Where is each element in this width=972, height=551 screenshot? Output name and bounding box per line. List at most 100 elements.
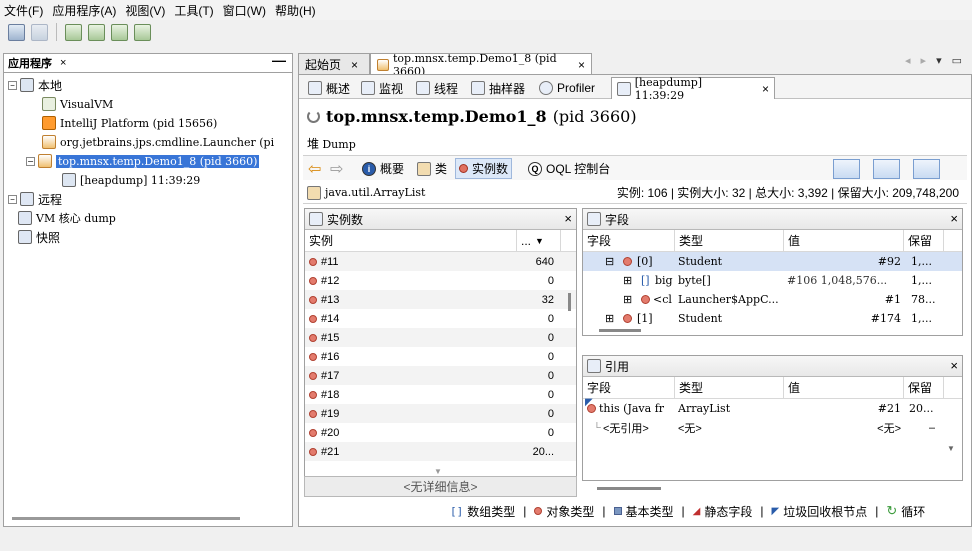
collapse-icon[interactable]: − xyxy=(26,156,35,166)
load-snapshot-icon[interactable] xyxy=(8,23,25,41)
column-chooser-icon[interactable] xyxy=(944,230,962,251)
instances-panel: 实例数 × 实例 ... ▼ #11 640 #12 0 #13 32 #14 0 #15 0 #16… xyxy=(304,208,577,497)
menu-tools[interactable]: 工具(T) xyxy=(174,2,213,19)
horizontal-scrollbar[interactable] xyxy=(599,329,641,332)
column-value[interactable]: 值 xyxy=(784,230,904,251)
close-icon[interactable]: × xyxy=(351,58,358,72)
instance-row[interactable]: #14 0 xyxy=(305,309,576,328)
tab-list-icon[interactable]: ▾ xyxy=(936,54,942,68)
view-toggle-button-1[interactable] xyxy=(833,159,860,179)
menu-view[interactable]: 视图(V) xyxy=(125,2,165,19)
column-retained[interactable]: 保留 xyxy=(904,377,944,398)
instance-value: 0 xyxy=(547,312,554,325)
column-value[interactable]: 值 xyxy=(784,377,904,398)
subtab-sampler[interactable]: 抽样器 xyxy=(466,77,530,99)
instance-row[interactable]: #19 0 xyxy=(305,404,576,423)
tree-node-intellij[interactable]: IntelliJ Platform (pid 15656) xyxy=(42,114,217,132)
horizontal-scrollbar[interactable] xyxy=(597,487,661,490)
tree-label-intellij: IntelliJ Platform (pid 15656) xyxy=(60,116,218,130)
scroll-down-icon[interactable]: ▼ xyxy=(434,467,442,476)
column-field[interactable]: 字段 xyxy=(583,377,675,398)
classes-button[interactable]: 类 xyxy=(414,158,450,179)
tab-demo[interactable]: top.mnsx.temp.Demo1_8 (pid 3660) × xyxy=(370,52,592,78)
close-icon[interactable]: × xyxy=(564,211,572,226)
collapse-icon[interactable]: − xyxy=(8,80,17,90)
instance-row[interactable]: #18 0 xyxy=(305,385,576,404)
summary-button[interactable]: i 概要 xyxy=(359,158,407,179)
prev-tab-icon[interactable]: ◂ xyxy=(905,54,911,68)
instances-button[interactable]: 实例数 xyxy=(455,158,513,179)
expand-icon[interactable]: ⊞ xyxy=(623,293,632,306)
class-name: java.util.ArrayList xyxy=(325,186,426,199)
subtab-profiler[interactable]: Profiler xyxy=(534,77,600,99)
expand-icon[interactable]: ⊞ xyxy=(605,312,614,325)
column-value[interactable]: ... ▼ xyxy=(517,230,561,251)
save-icon[interactable] xyxy=(31,23,48,41)
reference-row[interactable]: └ <无引用> <无> <无> – xyxy=(583,418,962,437)
tree-node-remote[interactable]: − 远程 xyxy=(8,190,62,208)
instance-row[interactable]: #20 0 xyxy=(305,423,576,442)
close-icon[interactable]: × xyxy=(578,58,585,72)
tree-node-snapshot[interactable]: 快照 xyxy=(18,228,60,246)
next-tab-icon[interactable]: ▸ xyxy=(921,54,927,68)
close-icon[interactable]: × xyxy=(60,57,66,69)
tree-node-coredump[interactable]: VM 核心 dump xyxy=(18,209,116,227)
tree-node-demo[interactable]: − top.mnsx.temp.Demo1_8 (pid 3660) xyxy=(26,152,260,170)
add-jmx-connection-icon[interactable] xyxy=(65,23,82,41)
field-row[interactable]: ⊞ [] big byte[] #106 1,048,576... 1,... xyxy=(583,271,962,290)
field-row[interactable]: ⊞ <cl Launcher$AppC... #1 78... xyxy=(583,290,962,309)
subtab-monitor[interactable]: 监视 xyxy=(356,77,408,99)
view-toggle-button-3[interactable] xyxy=(913,159,940,179)
column-chooser-icon[interactable] xyxy=(944,377,962,398)
instance-row[interactable]: #12 0 xyxy=(305,271,576,290)
expand-icon[interactable]: ⊞ xyxy=(623,274,632,287)
close-icon[interactable]: × xyxy=(950,211,958,226)
column-retained[interactable]: 保留 xyxy=(904,230,944,251)
subtab-heapdump[interactable]: [heapdump] 11:39:29 × xyxy=(611,76,775,102)
instance-row[interactable]: #16 0 xyxy=(305,347,576,366)
minimize-icon[interactable]: — xyxy=(272,52,286,68)
subtab-threads[interactable]: 线程 xyxy=(411,77,463,99)
oql-console-button[interactable]: Q OQL 控制台 xyxy=(525,158,613,179)
subtab-overview[interactable]: 概述 xyxy=(303,77,355,99)
tree-label-remote: 远程 xyxy=(38,192,63,207)
column-instance[interactable]: 实例 xyxy=(305,230,517,251)
tree-node-visualvm[interactable]: VisualVM xyxy=(42,95,113,113)
instance-row[interactable]: #21 20... xyxy=(305,442,576,461)
tree-node-heapdump[interactable]: [heapdump] 11:39:29 xyxy=(62,171,200,189)
menu-file[interactable]: 文件(F) xyxy=(4,2,43,19)
collapse-icon[interactable]: − xyxy=(8,194,17,204)
column-type[interactable]: 类型 xyxy=(675,230,784,251)
tree-node-launcher[interactable]: org.jetbrains.jps.cmdline.Launcher (pi xyxy=(42,133,292,151)
close-icon[interactable]: × xyxy=(762,82,769,96)
instance-row[interactable]: #15 0 xyxy=(305,328,576,347)
forward-button[interactable]: ⇨ xyxy=(327,158,346,179)
add-snapshot-icon[interactable] xyxy=(134,23,151,41)
view-toggle-button-2[interactable] xyxy=(873,159,900,179)
column-field-label: 字段 xyxy=(587,381,612,395)
instance-row[interactable]: #13 32 xyxy=(305,290,576,309)
column-chooser-icon[interactable] xyxy=(561,230,576,251)
add-remote-host-icon[interactable] xyxy=(88,23,105,41)
column-field[interactable]: 字段 xyxy=(583,230,675,251)
tree-node-local[interactable]: − 本地 xyxy=(8,76,62,94)
vertical-scrollbar[interactable] xyxy=(568,293,571,311)
field-row[interactable]: ⊟ [0] Student #92 1,... xyxy=(583,252,962,271)
field-row[interactable]: ⊞ [1] Student #174 1,... xyxy=(583,309,962,328)
collapse-icon[interactable]: ⊟ xyxy=(605,255,614,268)
close-icon[interactable]: × xyxy=(950,358,958,373)
back-button[interactable]: ⇦ xyxy=(305,158,324,179)
instance-row[interactable]: #11 640 xyxy=(305,252,576,271)
reference-row[interactable]: ◤ this (Java fr ArrayList #21 20... xyxy=(583,397,962,418)
instance-row[interactable]: #17 0 xyxy=(305,366,576,385)
menu-help[interactable]: 帮助(H) xyxy=(275,2,316,19)
menu-window[interactable]: 窗口(W) xyxy=(223,2,266,19)
add-vm-coredump-icon[interactable] xyxy=(111,23,128,41)
tab-start-page[interactable]: 起始页 × xyxy=(298,53,370,75)
horizontal-scrollbar[interactable] xyxy=(12,517,240,520)
scroll-down-icon[interactable]: ▼ xyxy=(947,444,955,453)
menu-applications[interactable]: 应用程序(A) xyxy=(52,2,116,19)
column-type[interactable]: 类型 xyxy=(675,377,784,398)
instance-value: 0 xyxy=(547,331,554,344)
maximize-icon[interactable]: ▭ xyxy=(952,54,962,68)
